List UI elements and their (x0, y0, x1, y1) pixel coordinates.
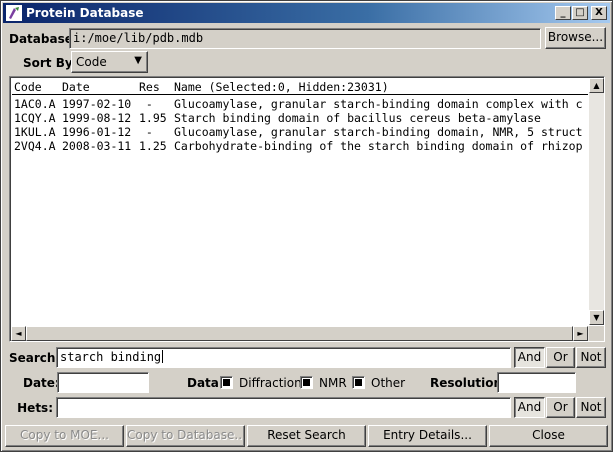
hets-input[interactable] (56, 397, 511, 418)
minimize-button[interactable]: _ (555, 6, 571, 20)
cell-date: 2008-03-11 (62, 139, 132, 153)
copy-to-database-button[interactable]: Copy to Database... (126, 425, 245, 447)
browse-button[interactable]: Browse... (545, 27, 606, 49)
window-title: Protein Database (26, 6, 144, 20)
data-label: Data: (187, 376, 224, 390)
reset-search-button[interactable]: Reset Search (247, 425, 366, 447)
cell-date: 1997-02-10 (62, 97, 132, 111)
entry-details-button[interactable]: Entry Details... (368, 425, 487, 447)
other-checkbox[interactable] (352, 376, 365, 389)
cell-name: Starch binding domain of bacillus cereus… (174, 111, 541, 125)
database-path-field: i:/moe/lib/pdb.mdb (69, 28, 541, 49)
diffraction-checkbox[interactable] (220, 376, 233, 389)
sort-by-dropdown[interactable]: Code ▼ (71, 51, 148, 73)
scroll-right-button[interactable]: ► (573, 326, 588, 341)
column-header-res[interactable]: Res (139, 80, 160, 94)
search-and-toggle[interactable]: And (514, 347, 545, 368)
results-list[interactable]: Code Date Res Name (Selected:0, Hidden:2303… (9, 76, 605, 342)
protein-database-window: Protein Database _ □ X Database: i:/moe/… (0, 0, 613, 452)
cell-name: Glucoamylase, granular starch-binding do… (174, 125, 583, 139)
sort-by-label: Sort By: (23, 56, 78, 70)
horizontal-scrollbar[interactable]: ◄ ► (11, 326, 589, 341)
text-caret (162, 350, 164, 363)
search-label: Search: (9, 351, 61, 365)
search-input[interactable]: starch binding (56, 347, 511, 368)
scroll-down-button[interactable]: ▼ (589, 310, 604, 325)
search-or-toggle[interactable]: Or (546, 347, 575, 368)
arrow-down-icon: ▼ (593, 313, 600, 322)
header-divider (12, 94, 588, 95)
scroll-up-button[interactable]: ▲ (589, 78, 604, 93)
chevron-down-icon: ▼ (134, 55, 142, 66)
hets-not-toggle[interactable]: Not (576, 397, 606, 418)
column-header-code[interactable]: Code (14, 80, 42, 94)
sort-by-value: Code (76, 55, 107, 69)
cell-code: 1CQY.A (14, 111, 56, 125)
search-not-toggle[interactable]: Not (576, 347, 606, 368)
date-input[interactable] (57, 372, 149, 393)
table-row[interactable]: 1CQY.A 1999-08-12 1.95 Starch binding domai… (14, 111, 588, 125)
arrow-up-icon: ▲ (593, 81, 600, 90)
table-row[interactable]: 2VQ4.A 2008-03-11 1.25 Carbohydrate-binding… (14, 139, 588, 153)
cell-res: - (139, 125, 153, 139)
cell-code: 1AC0.A (14, 97, 56, 111)
close-window-button[interactable]: X (591, 6, 607, 20)
search-input-value: starch binding (60, 350, 162, 364)
cell-res: 1.95 (139, 111, 167, 125)
column-header-date[interactable]: Date (62, 80, 90, 94)
hets-and-toggle[interactable]: And (514, 397, 545, 418)
cell-res: 1.25 (139, 139, 167, 153)
nmr-label: NMR (319, 376, 347, 390)
column-header-row: Code Date Res Name (Selected:0, Hidden:2303… (14, 80, 389, 94)
vertical-scrollbar[interactable]: ▲ ▼ (589, 78, 604, 325)
table-row[interactable]: 1AC0.A 1997-02-10 - Glucoamylase, granular… (14, 97, 588, 111)
cell-name: Glucoamylase, granular starch-binding do… (174, 97, 583, 111)
scrollbar-corner (589, 326, 604, 341)
cell-res: - (139, 97, 153, 111)
nmr-checkbox[interactable] (300, 376, 313, 389)
table-row[interactable]: 1KUL.A 1996-01-12 - Glucoamylase, granular… (14, 125, 588, 139)
column-header-name[interactable]: Name (Selected:0, Hidden:23031) (174, 80, 389, 94)
cell-date: 1996-01-12 (62, 125, 132, 139)
title-bar[interactable]: Protein Database _ □ X (3, 3, 610, 23)
close-icon: X (595, 7, 603, 18)
horizontal-scroll-thumb[interactable] (26, 326, 573, 341)
minimize-icon: _ (560, 7, 566, 18)
resolution-label: Resolution: (430, 376, 507, 390)
cell-name: Carbohydrate-binding of the starch bindi… (174, 139, 583, 153)
maximize-button[interactable]: □ (572, 6, 588, 20)
maximize-icon: □ (575, 7, 585, 18)
close-button[interactable]: Close (489, 425, 608, 447)
date-label: Date: (23, 376, 60, 390)
other-label: Other (371, 376, 406, 390)
copy-to-moe-button[interactable]: Copy to MOE... (5, 425, 124, 447)
cell-code: 2VQ4.A (14, 139, 56, 153)
app-icon (6, 5, 22, 21)
hets-or-toggle[interactable]: Or (546, 397, 575, 418)
scroll-left-button[interactable]: ◄ (11, 326, 26, 341)
database-label: Database: (9, 32, 78, 46)
arrow-left-icon: ◄ (15, 329, 22, 338)
diffraction-label: Diffraction (239, 376, 302, 390)
hets-label: Hets: (17, 401, 53, 415)
cell-code: 1KUL.A (14, 125, 56, 139)
resolution-input[interactable] (497, 372, 576, 393)
cell-date: 1999-08-12 (62, 111, 132, 125)
arrow-right-icon: ► (577, 329, 584, 338)
